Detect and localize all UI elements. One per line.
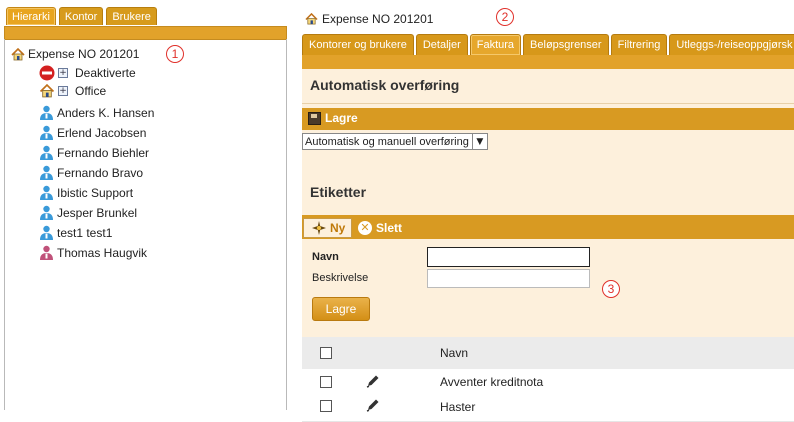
delete-button[interactable]: ✕ Slett [358,218,402,238]
tab-faktura[interactable]: Faktura [469,34,522,55]
tab-filtrering[interactable]: Filtrering [610,34,668,55]
hierarchy-panel: Hierarki Kontor Brukere Expense NO 20120… [0,0,287,410]
female-user-icon [40,245,53,260]
breadcrumb-label: Expense NO 201201 [322,12,434,26]
tab-utleggs-reiseoppgjor[interactable]: Utleggs-/reiseoppgjørsk [669,34,794,55]
tree-group-deaktiverte[interactable]: + Deaktiverte [39,65,136,81]
table-row[interactable]: Avventer kreditnota [302,369,794,396]
auto-transfer-toolbar: Lagre [302,108,794,130]
description-field[interactable] [427,269,590,288]
user-icon [40,185,53,200]
labels-heading: Etiketter [310,184,367,200]
name-field[interactable] [427,247,590,267]
tree-user-label: Fernando Biehler [57,145,150,160]
tree-user-label: Jesper Brunkel [57,205,138,220]
select-value: Automatisk og manuell overføring [305,135,469,148]
tree-user[interactable]: test1 test1 [39,225,112,240]
left-header-bar [4,26,287,40]
auto-transfer-heading: Automatisk overføring [310,77,460,93]
description-label: Beskrivelse [312,272,369,284]
save-button-label: Lagre [325,111,358,125]
new-button[interactable]: Ny [303,218,353,238]
tree-root-label: Expense NO 201201 [28,47,140,61]
user-icon [40,125,53,140]
user-icon [40,205,53,220]
tree-user[interactable]: Jesper Brunkel [39,205,137,220]
tree-root[interactable]: Expense NO 201201 [11,47,139,61]
tree-user-label: Fernando Bravo [57,165,144,180]
faktura-content: Automatisk overføring Lagre Automatisk o… [302,69,794,341]
tab-brukere[interactable]: Brukere [106,7,157,25]
chevron-down-icon: ▼ [471,134,487,149]
settings-panel: Expense NO 201201 2 Kontorer og brukere … [300,0,794,422]
expand-icon[interactable]: + [58,68,68,78]
row-checkbox[interactable] [320,400,332,412]
left-tabs: Hierarki Kontor Brukere [6,7,157,25]
pencil-edit-icon[interactable] [366,374,380,388]
save-label-button[interactable]: Lagre [312,297,370,321]
tree-user-label: test1 test1 [57,225,113,240]
select-all-checkbox[interactable] [320,347,332,359]
tree-user[interactable]: Erlend Jacobsen [39,125,146,140]
house-icon [11,47,25,60]
tree-user-label: Thomas Haugvik [57,245,148,260]
save-button[interactable]: Lagre [308,111,358,125]
callout-badge-1: 1 [166,45,184,63]
tab-kontorer-og-brukere[interactable]: Kontorer og brukere [302,34,414,55]
tree-user[interactable]: Fernando Bravo [39,165,143,180]
labels-toolbar: Ny ✕ Slett [302,215,794,239]
house-icon [39,84,55,98]
row-name: Haster [440,400,476,414]
tree-group-label: Office [75,84,107,98]
callout-badge-3: 3 [602,280,620,298]
row-checkbox[interactable] [320,376,332,388]
tree-user-label: Erlend Jacobsen [57,125,147,140]
tree-user[interactable]: Ibistic Support [39,185,133,200]
tab-underline-bar [302,55,794,69]
callout-badge-2: 2 [496,8,514,26]
floppy-disk-icon [308,111,321,125]
row-name: Avventer kreditnota [440,375,544,389]
tab-hierarki[interactable]: Hierarki [6,7,56,25]
tab-detaljer[interactable]: Detaljer [415,34,468,55]
delete-button-label: Slett [376,221,403,235]
column-header-name[interactable]: Navn [440,346,468,360]
no-entry-icon [39,65,55,81]
user-icon [40,165,53,180]
house-icon [305,13,318,25]
tab-belopsgrenser[interactable]: Beløpsgrenser [523,34,609,55]
settings-tabs: Kontorer og brukere Detaljer Faktura Bel… [302,34,794,55]
tree-user[interactable]: Anders K. Hansen [39,105,154,120]
hierarchy-tree: Expense NO 201201 + Deaktiverte + Office… [4,39,287,410]
sparkle-icon [312,221,326,235]
labels-table-header: Navn [302,337,794,369]
breadcrumb: Expense NO 201201 [305,12,433,26]
tree-group-office[interactable]: + Office [39,84,106,98]
user-icon [40,225,53,240]
tree-group-label: Deaktiverte [75,66,136,80]
transfer-mode-select[interactable]: Automatisk og manuell overføring ▼ [302,133,488,150]
table-row[interactable]: Haster [302,395,794,422]
new-button-label: Ny [330,221,346,235]
divider [302,103,794,104]
tree-user-label: Anders K. Hansen [57,105,155,120]
user-icon [40,105,53,120]
tree-user[interactable]: Fernando Biehler [39,145,149,160]
expand-icon[interactable]: + [58,86,68,96]
tree-user-label: Ibistic Support [57,185,134,200]
tree-user[interactable]: Thomas Haugvik [39,245,147,260]
tab-kontor[interactable]: Kontor [58,7,104,25]
close-circle-icon: ✕ [358,221,372,235]
name-label: Navn [312,251,339,263]
user-icon [40,145,53,160]
